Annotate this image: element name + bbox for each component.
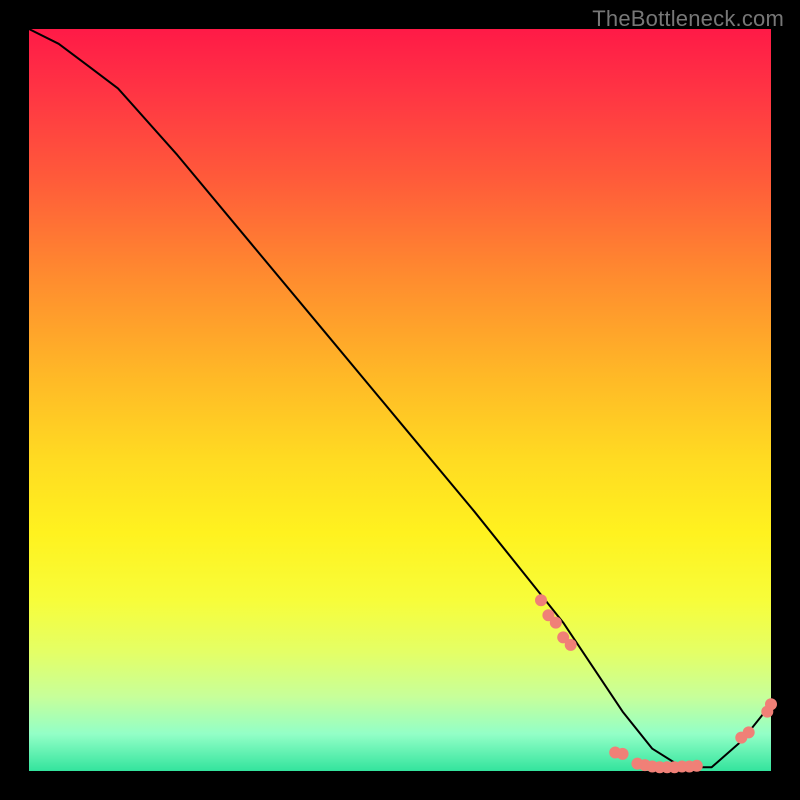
marker-cluster-left bbox=[535, 594, 547, 606]
bottleneck-curve bbox=[29, 29, 771, 767]
marker-bottom-b bbox=[691, 760, 703, 772]
marker-cluster-left bbox=[550, 617, 562, 629]
plot-area bbox=[29, 29, 771, 771]
chart-svg bbox=[29, 29, 771, 771]
marker-cluster-left bbox=[565, 639, 577, 651]
marker-right-rise bbox=[765, 698, 777, 710]
marker-right-rise bbox=[743, 726, 755, 738]
chart-frame: TheBottleneck.com bbox=[0, 0, 800, 800]
marker-bottom-a bbox=[617, 748, 629, 760]
data-markers bbox=[535, 594, 777, 773]
